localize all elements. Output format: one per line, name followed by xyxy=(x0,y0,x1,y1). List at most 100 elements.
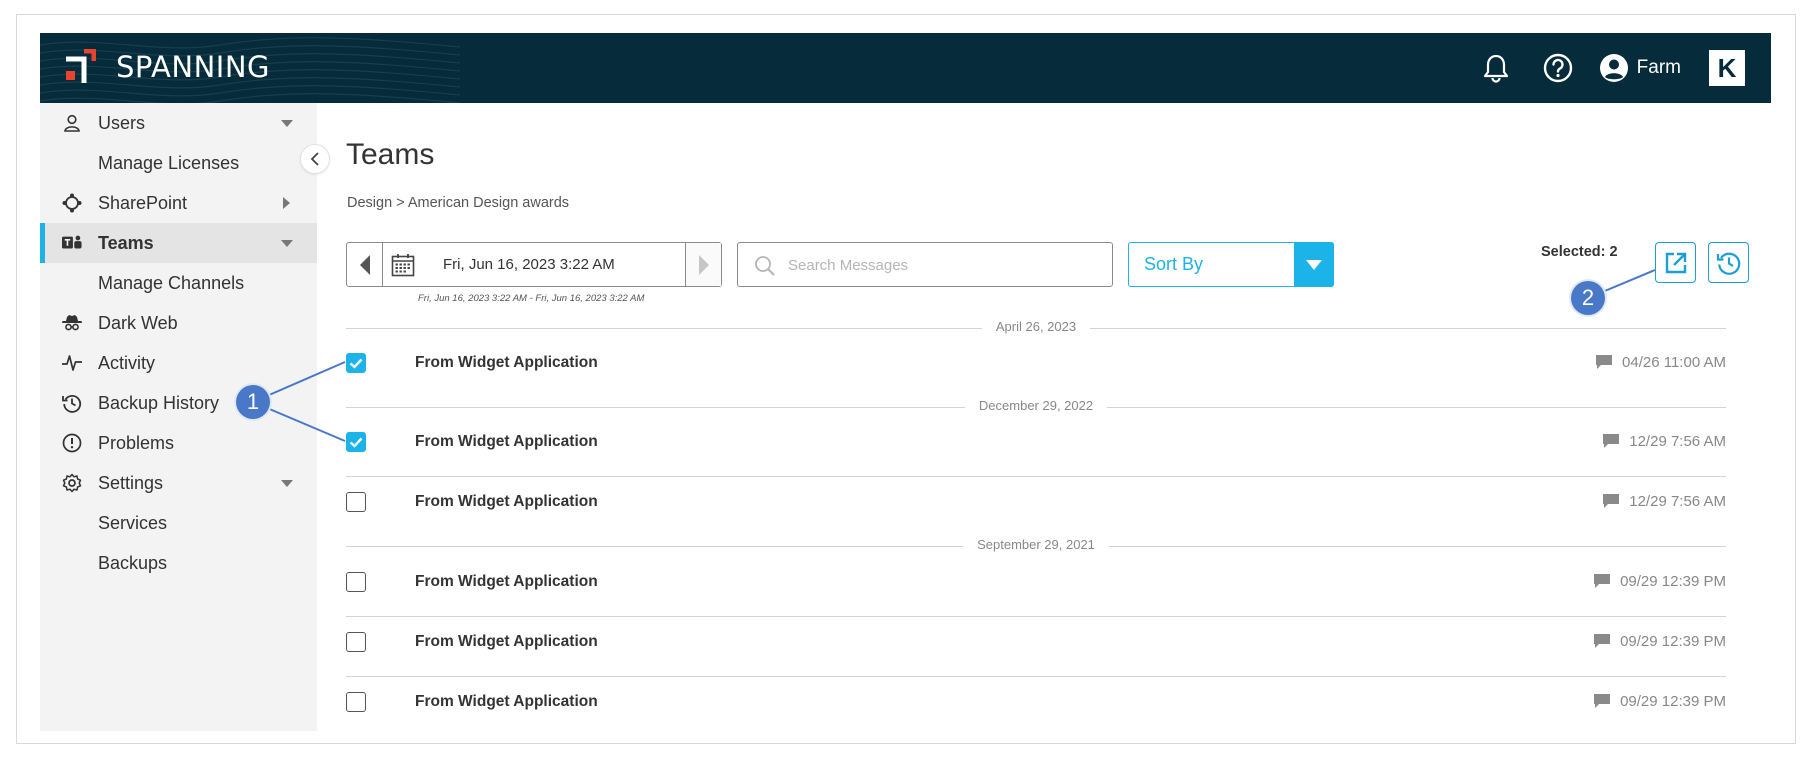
message-title[interactable]: From Widget Application xyxy=(415,493,598,511)
sidebar-item-label: Backup History xyxy=(98,392,220,413)
message-title[interactable]: From Widget Application xyxy=(415,693,598,711)
sidebar-item-services[interactable]: Services xyxy=(40,503,317,543)
selected-count: Selected: 2 xyxy=(1541,244,1618,260)
previous-date-button[interactable] xyxy=(347,243,383,286)
message-title[interactable]: From Widget Application xyxy=(415,354,598,372)
message-checkbox[interactable] xyxy=(346,572,366,592)
collapse-sidebar-button[interactable] xyxy=(300,144,330,174)
row-divider xyxy=(346,476,1726,477)
sidebar-item-users[interactable]: Users xyxy=(40,103,317,143)
sidebar-item-label: Users xyxy=(98,112,146,133)
sidebar: Users Manage Licenses SharePoint Teams M… xyxy=(40,103,317,731)
date-separator: April 26, 2023 xyxy=(346,319,1726,334)
caret-down-icon xyxy=(281,240,293,247)
sidebar-item-dark-web[interactable]: Dark Web xyxy=(40,303,317,343)
sidebar-item-manage-licenses[interactable]: Manage Licenses xyxy=(40,143,317,183)
triangle-right-icon xyxy=(698,254,709,275)
alert-icon xyxy=(62,433,82,453)
sidebar-item-teams[interactable]: Teams xyxy=(40,223,317,263)
comment-icon xyxy=(1594,634,1611,648)
spanning-logo-icon xyxy=(66,49,96,83)
sidebar-item-backup-history[interactable]: Backup History xyxy=(40,383,317,423)
sidebar-item-label: Activity xyxy=(98,352,156,373)
sort-by-label: Sort By xyxy=(1144,254,1204,274)
sidebar-item-label: Manage Licenses xyxy=(98,152,240,173)
external-link-icon xyxy=(1665,252,1686,273)
search-messages-input[interactable] xyxy=(788,253,1088,277)
triangle-left-icon xyxy=(359,254,370,275)
message-title[interactable]: From Widget Application xyxy=(415,433,598,451)
message-row[interactable]: From Widget Application 09/29 12:39 PM xyxy=(346,562,1726,602)
search-icon xyxy=(755,256,775,276)
message-checkbox[interactable] xyxy=(346,692,366,712)
sidebar-item-label: Problems xyxy=(98,432,175,453)
date-separator: December 29, 2022 xyxy=(346,398,1726,413)
checkmark-icon xyxy=(349,437,363,448)
message-time: 04/26 11:00 AM xyxy=(1622,354,1726,371)
comment-icon xyxy=(1603,434,1620,448)
kaseya-logo[interactable]: K xyxy=(1709,50,1745,86)
message-checkbox[interactable] xyxy=(346,632,366,652)
message-time: 09/29 12:39 PM xyxy=(1620,573,1726,590)
restore-history-icon xyxy=(1716,252,1740,275)
sort-by-dropdown[interactable]: Sort By xyxy=(1128,242,1334,287)
sidebar-item-problems[interactable]: Problems xyxy=(40,423,317,463)
selected-date[interactable]: Fri, Jun 16, 2023 3:22 AM xyxy=(443,256,615,273)
sidebar-item-label: Services xyxy=(98,512,168,533)
sharepoint-icon xyxy=(62,193,82,213)
message-meta: 12/29 7:56 AM xyxy=(1603,493,1726,510)
page-title: Teams xyxy=(346,138,435,171)
comment-icon xyxy=(1594,694,1611,708)
user-menu[interactable]: Farm xyxy=(1599,53,1681,83)
message-row[interactable]: From Widget Application 04/26 11:00 AM xyxy=(346,343,1726,383)
message-checkbox[interactable] xyxy=(346,432,366,452)
spy-icon xyxy=(62,313,82,333)
message-time: 12/29 7:56 AM xyxy=(1629,493,1726,510)
message-time: 12/29 7:56 AM xyxy=(1629,433,1726,450)
sidebar-item-sharepoint[interactable]: SharePoint xyxy=(40,183,317,223)
restore-button[interactable] xyxy=(1708,242,1749,283)
chevron-left-icon xyxy=(310,152,319,166)
sidebar-item-activity[interactable]: Activity xyxy=(40,343,317,383)
history-icon xyxy=(62,393,82,413)
message-row[interactable]: From Widget Application 12/29 7:56 AM xyxy=(346,422,1726,462)
brand-name: SPANNING xyxy=(116,50,270,84)
next-date-button[interactable] xyxy=(685,243,721,286)
message-title[interactable]: From Widget Application xyxy=(415,633,598,651)
search-box xyxy=(737,242,1113,287)
sidebar-item-backups[interactable]: Backups xyxy=(40,543,317,583)
user-name: Farm xyxy=(1636,57,1681,78)
date-separator-label: September 29, 2021 xyxy=(963,537,1109,552)
message-meta: 12/29 7:56 AM xyxy=(1603,433,1726,450)
brand-logo[interactable]: SPANNING xyxy=(62,49,270,85)
message-meta: 09/29 12:39 PM xyxy=(1594,573,1726,590)
export-button[interactable] xyxy=(1655,242,1696,283)
message-row[interactable]: From Widget Application 09/29 12:39 PM xyxy=(346,682,1726,722)
bell-icon[interactable] xyxy=(1475,47,1517,89)
message-checkbox[interactable] xyxy=(346,492,366,512)
help-icon[interactable] xyxy=(1537,47,1579,89)
checkmark-icon xyxy=(349,358,363,369)
sidebar-item-settings[interactable]: Settings xyxy=(40,463,317,503)
caret-right-icon xyxy=(283,197,290,209)
date-navigator: Fri, Jun 16, 2023 3:22 AM xyxy=(346,242,722,287)
breadcrumb[interactable]: Design > American Design awards xyxy=(347,195,569,211)
account-icon xyxy=(1599,54,1628,82)
message-row[interactable]: From Widget Application 09/29 12:39 PM xyxy=(346,622,1726,662)
sidebar-item-label: Teams xyxy=(98,232,154,253)
chevron-down-icon[interactable] xyxy=(1294,242,1334,287)
message-row[interactable]: From Widget Application 12/29 7:56 AM xyxy=(346,482,1726,522)
message-meta: 09/29 12:39 PM xyxy=(1594,633,1726,650)
sidebar-item-manage-channels[interactable]: Manage Channels xyxy=(40,263,317,303)
message-title[interactable]: From Widget Application xyxy=(415,573,598,591)
caret-down-icon xyxy=(281,120,293,127)
teams-icon xyxy=(62,233,82,253)
message-checkbox[interactable] xyxy=(346,353,366,373)
message-meta: 09/29 12:39 PM xyxy=(1594,693,1726,710)
calendar-icon[interactable] xyxy=(391,253,415,277)
comment-icon xyxy=(1596,355,1613,369)
sidebar-item-label: Settings xyxy=(98,472,164,493)
date-separator-label: April 26, 2023 xyxy=(981,319,1091,334)
row-divider xyxy=(346,676,1726,677)
sidebar-item-label: Dark Web xyxy=(98,312,178,333)
